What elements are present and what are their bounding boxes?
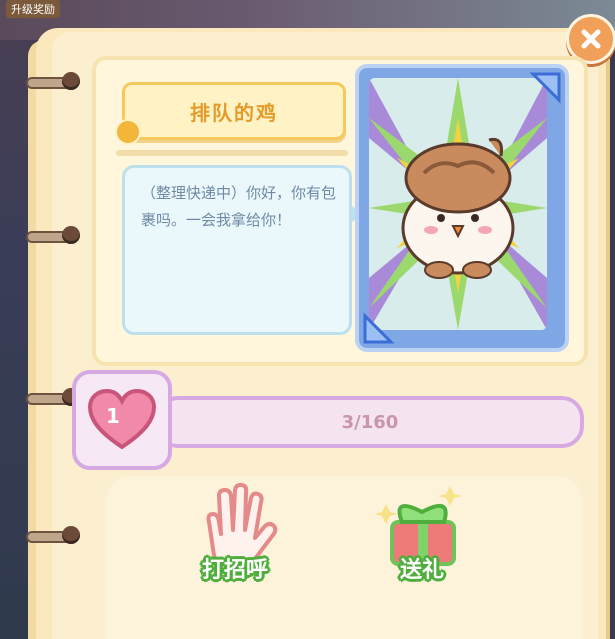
card-corner-gem-icon <box>363 312 395 344</box>
gift-button[interactable]: 送礼 <box>357 482 487 612</box>
chicken-portrait-icon <box>401 137 515 279</box>
binder-ring <box>18 218 80 252</box>
affection-progress-track: 3/160 <box>156 396 584 448</box>
upgrade-reward-tag[interactable]: 升级奖励 <box>6 0 60 18</box>
character-card[interactable] <box>355 64 569 352</box>
binder-ring <box>18 380 80 414</box>
greet-label: 打招呼 <box>201 558 268 583</box>
pin-icon <box>115 119 141 145</box>
binder-ring <box>18 518 80 552</box>
card-corner-gem-icon <box>529 72 561 104</box>
affection-bar: 3/160 1 <box>72 370 584 470</box>
character-name: 排队的鸡 <box>190 100 278 125</box>
gift-label: 送礼 <box>399 558 444 583</box>
close-icon <box>581 29 601 49</box>
card-frame <box>369 78 547 330</box>
binder-ring <box>18 64 80 98</box>
dialog-bubble: （整理快递中）你好，你有包裹吗。一会我拿给你！ <box>122 165 363 335</box>
greet-button[interactable]: 打招呼 <box>170 482 300 612</box>
dialog-text: （整理快递中）你好，你有包裹吗。一会我拿给你！ <box>141 184 337 229</box>
character-name-plate: 排队的鸡 <box>115 82 346 145</box>
divider <box>116 150 348 156</box>
affection-progress-text: 3/160 <box>341 411 399 433</box>
affection-level: 1 <box>106 404 120 428</box>
